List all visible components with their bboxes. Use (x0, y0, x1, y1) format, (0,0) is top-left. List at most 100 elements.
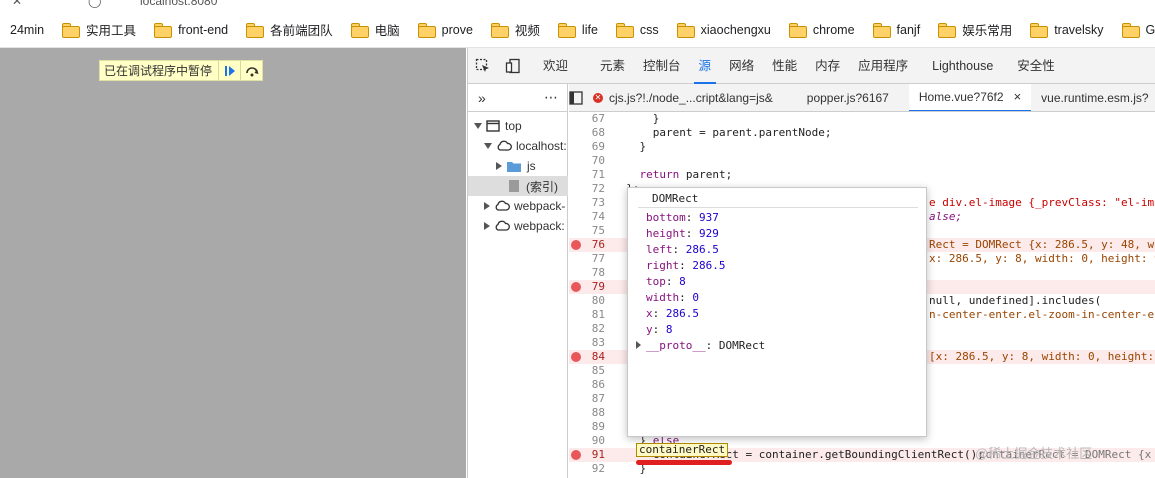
sidebar-toggle-icon (569, 90, 583, 105)
back-icon[interactable]: ✕ (12, 0, 22, 8)
property-value: 937 (699, 211, 719, 224)
property-key: height (646, 227, 686, 240)
line-number[interactable]: 86 (569, 378, 609, 392)
devtools-tab[interactable]: 元素 (591, 48, 634, 84)
bookmark-label: 24min (10, 22, 45, 37)
bookmark-item[interactable]: life (557, 22, 598, 38)
popover-property: bottom: 937 (646, 211, 719, 224)
tree-item-js[interactable]: js (468, 156, 568, 176)
inline-value: n-center-enter.el-zoom-in-center-ent (929, 308, 1155, 321)
tree-item-top[interactable]: top (468, 116, 568, 136)
bookmark-label: 电脑 (374, 24, 400, 38)
toggle-navigator-button[interactable] (569, 84, 583, 111)
navigator-header: » ⋯ (468, 84, 568, 112)
bookmark-item[interactable]: fanjf (872, 23, 920, 38)
editor-tab-vue-runtime[interactable]: vue.runtime.esm.js? (1031, 84, 1155, 111)
folder-icon (154, 23, 173, 38)
bookmark-item[interactable]: GIS (1121, 23, 1155, 38)
line-number[interactable]: 76 (569, 238, 609, 252)
line-number[interactable]: 72 (569, 182, 609, 196)
inspect-element-button[interactable] (468, 48, 498, 84)
popover-proto-row[interactable]: __proto__: DOMRect (636, 338, 765, 354)
line-number[interactable]: 88 (569, 406, 609, 420)
code-line: } (613, 112, 660, 125)
device-toolbar-button[interactable] (498, 48, 528, 84)
folder-icon (938, 23, 957, 38)
cloud-icon (495, 220, 510, 231)
line-number[interactable]: 71 (569, 168, 609, 182)
devtools-tab[interactable]: 源 (690, 48, 721, 84)
devtools-tab[interactable]: 内存 (806, 48, 849, 84)
collapsed-arrow-icon (636, 341, 641, 349)
resume-button[interactable] (218, 61, 240, 80)
devtools-tab[interactable]: 欢迎 (534, 48, 577, 84)
popover-property: y: 8 (646, 323, 673, 336)
line-number[interactable]: 77 (569, 252, 609, 266)
tree-label: webpack- (514, 199, 566, 213)
inline-value: alse; (929, 210, 963, 223)
devtools-tab[interactable]: 安全性 (1008, 48, 1064, 84)
tree-item-localhost[interactable]: localhost: (468, 136, 568, 156)
bookmark-item[interactable]: 各前端团队 (246, 20, 333, 39)
devtools-tab[interactable]: 控制台 (634, 48, 690, 84)
tree-item-webpack-2[interactable]: webpack: (468, 216, 568, 236)
devtools-tab[interactable]: 应用程序 (849, 48, 917, 84)
editor-tab-cjs[interactable]: ✕ cjs.js?!./node_...cript&lang=js& (583, 84, 783, 111)
line-number[interactable]: 90 (569, 434, 609, 448)
line-number[interactable]: 83 (569, 336, 609, 350)
line-number[interactable]: 85 (569, 364, 609, 378)
devtools-tab[interactable]: Lighthouse (923, 48, 1002, 84)
hovered-variable[interactable]: containerRect (636, 443, 729, 457)
line-number[interactable]: 78 (569, 266, 609, 280)
folder-icon (615, 23, 634, 38)
editor-tab-label: Home.vue?76f2 (918, 89, 1004, 104)
bookmark-item[interactable]: xiaochengxu (676, 23, 771, 38)
property-value: 8 (665, 323, 673, 336)
bookmark-label: life (581, 22, 598, 37)
tree-item-index[interactable]: (索引) (468, 176, 568, 196)
line-number[interactable]: 92 (569, 462, 609, 476)
bookmark-item[interactable]: front-end (154, 23, 228, 38)
line-number[interactable]: 67 (569, 112, 609, 126)
bookmark-item[interactable]: 实用工具 (62, 20, 136, 39)
bookmark-label: 娱乐常用 (962, 24, 1013, 38)
resume-icon (224, 65, 235, 76)
devtools-tab[interactable]: 性能 (763, 48, 806, 84)
line-number[interactable]: 73 (569, 196, 609, 210)
line-number[interactable]: 87 (569, 392, 609, 406)
bookmark-item[interactable]: 24min (10, 23, 44, 37)
line-number[interactable]: 70 (569, 154, 609, 168)
line-number[interactable]: 89 (569, 420, 609, 434)
more-tabs-icon[interactable]: » (478, 90, 486, 106)
close-tab-icon[interactable]: × (1014, 84, 1022, 111)
property-value: 0 (692, 291, 699, 304)
bookmark-item[interactable]: 电脑 (350, 20, 400, 39)
bookmark-item[interactable]: 视频 (490, 20, 540, 39)
address-bar[interactable]: localhost:8080 (140, 0, 217, 8)
line-number[interactable]: 69 (569, 140, 609, 154)
line-number[interactable]: 79 (569, 280, 609, 294)
popover-property: x: 286.5 (646, 307, 699, 320)
info-icon[interactable]: ◯ (88, 0, 101, 8)
bookmark-item[interactable]: chrome (788, 23, 855, 38)
more-options-icon[interactable]: ⋯ (544, 89, 558, 106)
editor-tab-popper[interactable]: popper.js?6167 (797, 84, 899, 111)
line-number[interactable]: 75 (569, 224, 609, 238)
line-number[interactable]: 81 (569, 308, 609, 322)
bookmark-item[interactable]: css (615, 23, 659, 38)
line-number[interactable]: 84 (569, 350, 609, 364)
bookmark-item[interactable]: 娱乐常用 (938, 20, 1012, 39)
bookmark-item[interactable]: prove (417, 23, 473, 38)
line-number[interactable]: 82 (569, 322, 609, 336)
step-over-button[interactable] (240, 61, 262, 80)
devtools-tab[interactable]: 网络 (720, 48, 763, 84)
property-key: x (646, 307, 653, 320)
inline-value: null, undefined].includes( (929, 294, 1102, 307)
tree-item-webpack-1[interactable]: webpack- (468, 196, 568, 216)
line-number[interactable]: 74 (569, 210, 609, 224)
line-number[interactable]: 68 (569, 126, 609, 140)
bookmark-item[interactable]: travelsky (1030, 23, 1104, 38)
line-number[interactable]: 80 (569, 294, 609, 308)
line-number[interactable]: 91 (569, 448, 609, 462)
editor-tab-home-vue[interactable]: Home.vue?76f2 × (908, 84, 1032, 111)
